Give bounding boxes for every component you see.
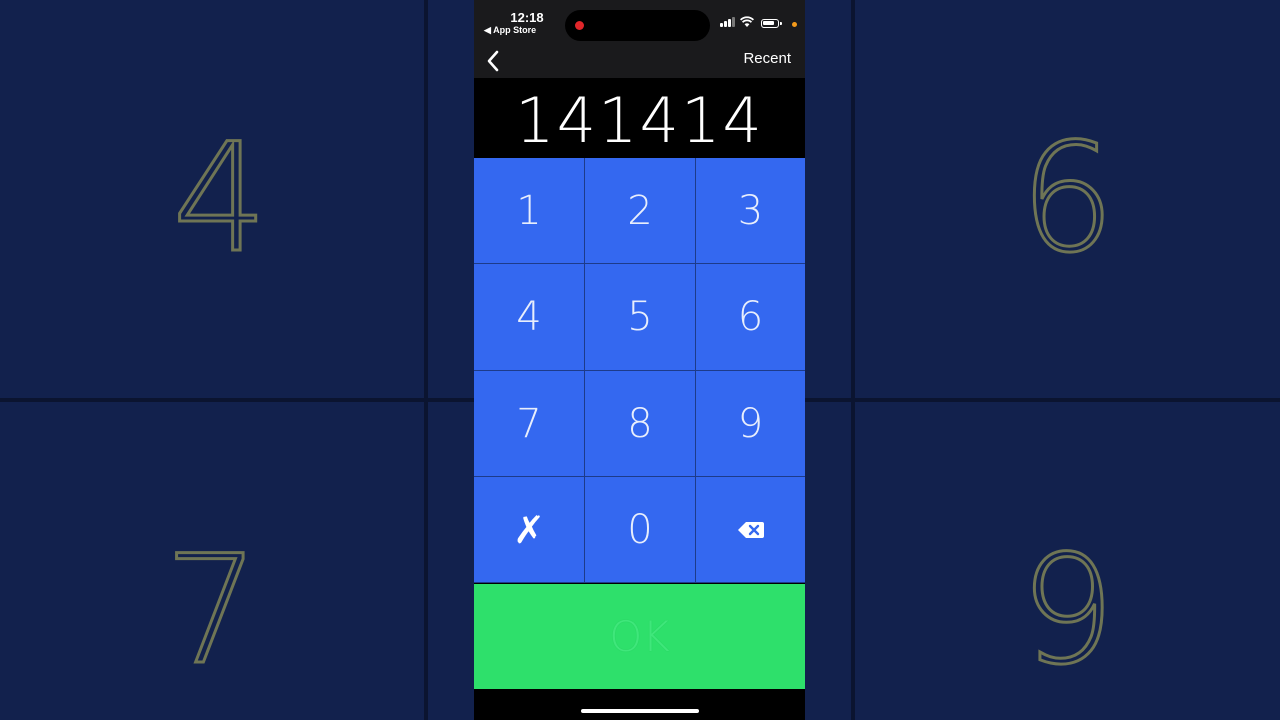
- key-9[interactable]: 9: [696, 371, 805, 476]
- entered-number: 141414: [515, 84, 764, 157]
- status-time: 12:18: [510, 10, 544, 25]
- background-digit: 6: [1018, 112, 1116, 286]
- number-display: 141414: [474, 78, 805, 158]
- key-3[interactable]: 3: [696, 158, 805, 263]
- key-6[interactable]: 6: [696, 264, 805, 370]
- clear-icon: ✗: [513, 507, 545, 552]
- background-tile-right-strip: [805, 0, 851, 398]
- background-tile-6: 6: [855, 0, 1280, 398]
- home-indicator[interactable]: [581, 709, 699, 713]
- background-digit: 4: [171, 112, 269, 286]
- background-tile-left-strip: [428, 0, 474, 398]
- background-tile-right-strip-bottom: [805, 402, 851, 720]
- recent-button[interactable]: Recent: [743, 50, 791, 67]
- battery-icon: [761, 19, 782, 28]
- back-chevron-icon[interactable]: [482, 48, 506, 74]
- key-5[interactable]: 5: [585, 264, 695, 370]
- key-7[interactable]: 7: [474, 371, 584, 476]
- back-to-app-link[interactable]: ◀ App Store: [484, 25, 536, 36]
- phone-screen: 12:18 ◀ App Store Recent 141414 1 2 3 4 …: [474, 0, 805, 720]
- background-tile-left-strip-bottom: [428, 402, 474, 720]
- background-tile-9: 9: [855, 402, 1280, 720]
- background-digit: 7: [163, 524, 261, 698]
- keypad: 1 2 3 4 5 6 7 8 9 ✗ 0: [474, 158, 805, 583]
- dynamic-island: [565, 10, 710, 41]
- key-4[interactable]: 4: [474, 264, 584, 370]
- key-1[interactable]: 1: [474, 158, 584, 263]
- background-digit: 9: [1018, 524, 1116, 698]
- key-0[interactable]: 0: [585, 477, 695, 582]
- recording-indicator-icon: [575, 21, 584, 30]
- background-tile-7: 7: [0, 402, 424, 720]
- key-8[interactable]: 8: [585, 371, 695, 476]
- ok-button[interactable]: OK: [474, 584, 805, 689]
- status-bar: 12:18 ◀ App Store: [474, 0, 805, 44]
- wifi-icon: [740, 16, 754, 27]
- backspace-button[interactable]: [696, 477, 805, 582]
- background-tile-4: 4: [0, 0, 424, 398]
- clear-button[interactable]: ✗: [474, 477, 584, 582]
- key-2[interactable]: 2: [585, 158, 695, 263]
- privacy-indicator-icon: [792, 22, 797, 27]
- backspace-icon: [737, 521, 764, 538]
- navigation-bar: Recent: [474, 44, 805, 78]
